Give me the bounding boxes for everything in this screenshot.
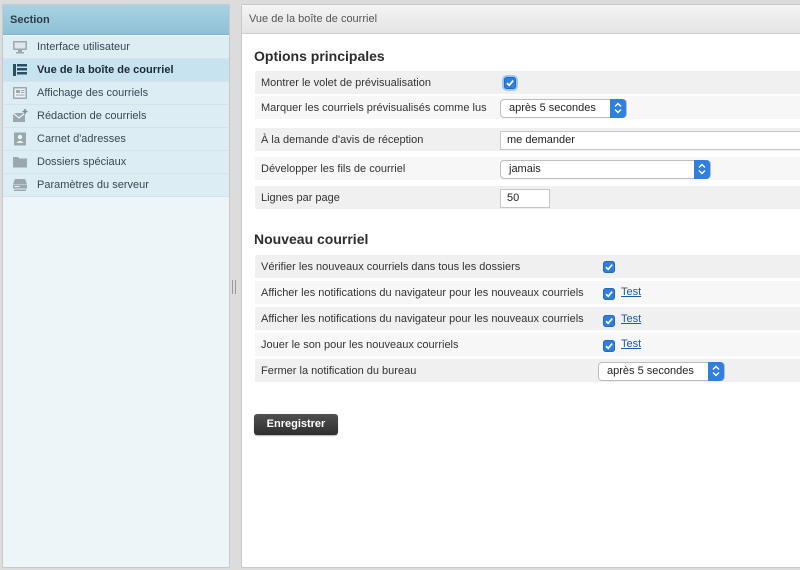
folder-icon (12, 155, 28, 169)
sidebar-item-special-folders[interactable]: Dossiers spéciaux (3, 151, 229, 174)
receipt-value: me demander (507, 134, 575, 146)
sidebar-item-label: Affichage des courriels (37, 87, 149, 99)
notifications-checkbox-1[interactable] (603, 288, 615, 300)
sidebar-item-message-display[interactable]: Affichage des courriels (3, 82, 229, 105)
sidebar-item-label: Paramètres du serveur (37, 179, 149, 191)
sound-test-link[interactable]: Test (621, 338, 641, 350)
group-title-main-options: Options principales (254, 48, 385, 64)
sidebar-item-compose[interactable]: Rédaction de courriels (3, 105, 229, 128)
setting-row-check-all: Vérifier les nouveaux courriels dans tou… (255, 255, 800, 279)
mark-read-select[interactable]: après 5 secondes (500, 99, 627, 118)
notifications-test-link-2[interactable]: Test (621, 313, 641, 325)
message-view-icon (12, 86, 28, 100)
section-header: Section (3, 5, 229, 35)
setting-row-receipt: À la demande d'avis de réception me dema… (255, 128, 800, 152)
setting-row-close-notification: Fermer la notification du bureau après 5… (255, 359, 800, 383)
setting-row-threads: Développer les fils de courriel jamais (255, 157, 800, 181)
setting-row-sound: Jouer le son pour les nouveaux courriels… (255, 333, 800, 357)
settings-panel: Vue de la boîte de courriel Options prin… (241, 4, 800, 568)
panel-splitter[interactable] (231, 280, 237, 294)
section-panel: Section Interface utilisateur Vue de la … (2, 4, 230, 568)
sidebar-item-label: Carnet d'adresses (37, 133, 126, 145)
sound-checkbox[interactable] (603, 340, 615, 352)
sidebar-item-mailbox-view[interactable]: Vue de la boîte de courriel (3, 59, 229, 82)
sound-label: Jouer le son pour les nouveaux courriels (261, 339, 459, 351)
mark-read-value: après 5 secondes (509, 102, 596, 114)
check-all-label: Vérifier les nouveaux courriels dans tou… (261, 261, 521, 273)
notifications-checkbox-2[interactable] (603, 315, 615, 327)
sidebar-item-address-book[interactable]: Carnet d'adresses (3, 128, 229, 151)
save-button[interactable]: Enregistrer (254, 414, 338, 435)
sidebar-item-interface[interactable]: Interface utilisateur (3, 36, 229, 59)
sidebar-item-label: Dossiers spéciaux (37, 156, 127, 168)
sidebar-item-label: Vue de la boîte de courriel (37, 64, 174, 76)
preview-pane-checkbox[interactable] (504, 77, 516, 89)
rows-per-page-input[interactable]: 50 (500, 189, 550, 208)
group-title-new-mail: Nouveau courriel (254, 231, 369, 247)
setting-row-notifications-1: Afficher les notifications du navigateur… (255, 281, 800, 305)
setting-row-notifications-2: Afficher les notifications du navigateur… (255, 307, 800, 331)
receipt-label: À la demande d'avis de réception (261, 134, 424, 146)
monitor-icon (12, 40, 28, 54)
threads-select[interactable]: jamais (500, 160, 711, 179)
rows-per-page-value: 50 (507, 192, 520, 204)
select-arrows-icon (708, 362, 724, 381)
sidebar-item-label: Rédaction de courriels (37, 110, 147, 122)
setting-row-mark-read: Marquer les courriels prévisualisés comm… (255, 96, 800, 120)
page-title: Vue de la boîte de courriel (242, 5, 800, 34)
notifications-label-2: Afficher les notifications du navigateur… (261, 313, 584, 325)
notifications-label-1: Afficher les notifications du navigateur… (261, 287, 584, 299)
layout-list-icon (12, 63, 28, 77)
sidebar-item-server-settings[interactable]: Paramètres du serveur (3, 174, 229, 197)
server-icon (12, 178, 28, 192)
close-notification-select[interactable]: après 5 secondes (598, 362, 725, 381)
close-notification-value: après 5 secondes (607, 365, 694, 377)
setting-row-preview-pane: Montrer le volet de prévisualisation (255, 71, 800, 95)
rows-per-page-label: Lignes par page (261, 192, 340, 204)
notifications-test-link-1[interactable]: Test (621, 286, 641, 298)
select-arrows-icon (610, 99, 626, 118)
receipt-select[interactable]: me demander (500, 131, 800, 150)
threads-value: jamais (509, 163, 541, 175)
check-all-checkbox[interactable] (603, 261, 615, 273)
threads-label: Développer les fils de courriel (261, 163, 406, 175)
mark-read-label: Marquer les courriels prévisualisés comm… (261, 102, 487, 114)
section-list: Interface utilisateur Vue de la boîte de… (3, 36, 229, 197)
sidebar-item-label: Interface utilisateur (37, 41, 130, 53)
preview-pane-label: Montrer le volet de prévisualisation (261, 77, 431, 89)
setting-row-rows-per-page: Lignes par page 50 (255, 186, 800, 210)
select-arrows-icon (694, 160, 710, 179)
address-book-icon (12, 132, 28, 146)
compose-icon (12, 109, 28, 123)
close-notification-label: Fermer la notification du bureau (261, 365, 417, 377)
